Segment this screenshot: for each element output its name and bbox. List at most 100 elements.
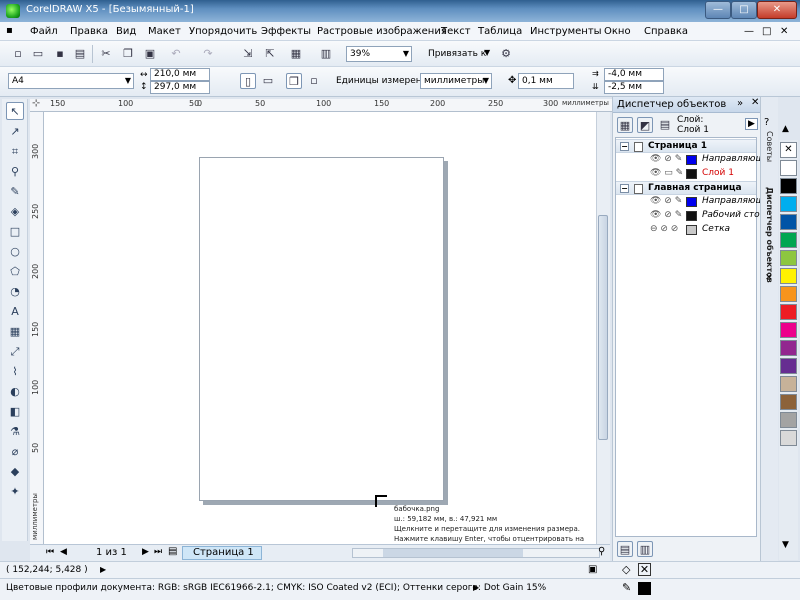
- copy-icon[interactable]: ❐: [120, 46, 136, 62]
- palette-swatch[interactable]: [780, 178, 797, 194]
- rectangle-tool-icon[interactable]: □: [6, 223, 24, 241]
- horizontal-scrollbar-thumb[interactable]: [383, 549, 523, 557]
- next-page-icon[interactable]: ▶: [142, 547, 149, 557]
- page-tab[interactable]: Страница 1: [182, 546, 262, 560]
- title-bar[interactable]: CorelDRAW X5 - [Безымянный-1] — □ ✕: [0, 0, 800, 22]
- docker-title-bar[interactable]: Диспетчер объектов » ✕: [613, 97, 761, 113]
- layer-manager-view-icon[interactable]: ▤: [657, 117, 673, 133]
- paste-icon[interactable]: ▣: [142, 46, 158, 62]
- import-icon[interactable]: ⇲: [240, 46, 256, 62]
- text-tool-icon[interactable]: A: [6, 303, 24, 321]
- doc-restore-button[interactable]: □: [762, 26, 771, 37]
- docker-menu-arrow-icon[interactable]: ▶: [745, 118, 758, 130]
- status-settings-icon[interactable]: ▣: [588, 564, 597, 575]
- previous-page-icon[interactable]: ◀: [60, 547, 67, 557]
- zoom-level-dropdown[interactable]: 39% ▼: [346, 46, 412, 62]
- palette-scroll-down-icon[interactable]: ▼: [782, 540, 789, 550]
- vertical-scrollbar-thumb[interactable]: [598, 215, 608, 440]
- tree-layer-row[interactable]: 👁 ⊘ ✎ Направляющ: [616, 195, 764, 209]
- palette-swatch[interactable]: [780, 160, 797, 176]
- tree-master-page-row[interactable]: − Главная страница: [616, 181, 756, 195]
- new-layer-icon[interactable]: ▤: [617, 541, 633, 557]
- menu-window[interactable]: Окно: [604, 26, 631, 37]
- page-width-field[interactable]: 210,0 мм: [150, 68, 210, 81]
- layer-visibility-icons[interactable]: 👁 ⊘ ✎: [650, 195, 682, 208]
- eyedropper-tool-icon[interactable]: ⚗: [6, 423, 24, 441]
- menu-help[interactable]: Справка: [644, 26, 688, 37]
- fill-indicator-icon[interactable]: ◇: [622, 563, 630, 576]
- palette-swatch[interactable]: [780, 340, 797, 356]
- palette-swatch[interactable]: [780, 286, 797, 302]
- palette-swatch[interactable]: [780, 214, 797, 230]
- table-tool-icon[interactable]: ▦: [6, 323, 24, 341]
- help-icon[interactable]: ?: [764, 117, 769, 128]
- redo-icon[interactable]: ↷: [200, 46, 216, 62]
- tree-layer-row[interactable]: ⊖ ⊘ ⊘ Сетка: [616, 223, 756, 237]
- new-document-icon[interactable]: ▫: [10, 46, 26, 62]
- save-icon[interactable]: ▪: [52, 46, 68, 62]
- tree-layer-row[interactable]: 👁 ⊘ ✎ Рабочий сто: [616, 209, 760, 223]
- connector-tool-icon[interactable]: ⌇: [6, 363, 24, 381]
- outline-color-swatch[interactable]: [638, 582, 651, 595]
- duplicate-y-field[interactable]: -2,5 мм: [604, 81, 664, 94]
- tree-page-row[interactable]: − Страница 1: [616, 139, 756, 153]
- collapse-icon[interactable]: −: [620, 142, 629, 151]
- add-page-icon[interactable]: ▤: [168, 546, 177, 557]
- snap-dropdown-arrow-icon[interactable]: ▼: [484, 48, 490, 57]
- blend-tool-icon[interactable]: ◐: [6, 383, 24, 401]
- current-page-icon[interactable]: ▫: [306, 73, 322, 89]
- print-icon[interactable]: ▤: [72, 46, 88, 62]
- paper-size-dropdown[interactable]: A4 ▼: [8, 73, 134, 89]
- document-page[interactable]: [199, 157, 444, 501]
- menu-view[interactable]: Вид: [116, 26, 136, 37]
- shape-tool-icon[interactable]: ↗: [6, 123, 24, 141]
- document-menu-icon[interactable]: ▪: [6, 25, 13, 36]
- menu-file[interactable]: Файл: [30, 26, 58, 37]
- palette-scroll-up-icon[interactable]: ▲: [782, 124, 789, 134]
- palette-swatch[interactable]: [780, 358, 797, 374]
- menu-text[interactable]: Текст: [441, 26, 471, 37]
- application-launcher-icon[interactable]: ▦: [288, 46, 304, 62]
- welcome-screen-icon[interactable]: ▥: [318, 46, 334, 62]
- units-dropdown[interactable]: миллиметры ▼: [420, 73, 492, 89]
- crop-tool-icon[interactable]: ⌗: [6, 143, 24, 161]
- palette-swatch[interactable]: [780, 268, 797, 284]
- tree-layer-row[interactable]: 👁 ⊘ ✎ Направляющ: [616, 153, 764, 167]
- horizontal-ruler[interactable]: ⊹ 150 100 50 0 50 100 150 200 250 300 ми…: [30, 98, 612, 112]
- palette-swatch[interactable]: [780, 232, 797, 248]
- menu-layout[interactable]: Макет: [148, 26, 181, 37]
- first-page-icon[interactable]: ⏮: [46, 547, 54, 557]
- cut-icon[interactable]: ✂: [98, 46, 114, 62]
- status-expand-icon[interactable]: ▶: [100, 565, 106, 574]
- palette-swatch[interactable]: [780, 376, 797, 392]
- close-tab-icon[interactable]: ✕: [765, 273, 773, 283]
- zoom-navigator-icon[interactable]: ⚲: [598, 546, 605, 557]
- layer-visibility-icons[interactable]: 👁 ⊘ ✎: [650, 209, 682, 222]
- maximize-button[interactable]: □: [731, 1, 757, 19]
- basic-shapes-tool-icon[interactable]: ◔: [6, 283, 24, 301]
- layer-visibility-icons[interactable]: ⊖ ⊘ ⊘: [650, 223, 678, 236]
- palette-swatch[interactable]: [780, 322, 797, 338]
- menu-effects[interactable]: Эффекты: [261, 26, 311, 37]
- dimension-tool-icon[interactable]: ⤢: [6, 343, 24, 361]
- profile-expand-icon[interactable]: ▶: [473, 583, 479, 592]
- polygon-tool-icon[interactable]: ⬠: [6, 263, 24, 281]
- menu-edit[interactable]: Правка: [70, 26, 108, 37]
- nudge-distance-field[interactable]: 0,1 мм: [518, 73, 574, 89]
- palette-swatch[interactable]: [780, 430, 797, 446]
- last-page-icon[interactable]: ⏭: [154, 547, 162, 557]
- layer-visibility-icons[interactable]: 👁 ▭ ✎: [650, 167, 683, 180]
- color-profile-text[interactable]: Цветовые профили документа: RGB: sRGB IE…: [6, 583, 546, 593]
- horizontal-scrollbar[interactable]: [352, 548, 600, 558]
- landscape-orientation-icon[interactable]: ▭: [260, 73, 276, 89]
- menu-table[interactable]: Таблица: [478, 26, 522, 37]
- palette-swatch[interactable]: [780, 250, 797, 266]
- layer-visibility-icons[interactable]: 👁 ⊘ ✎: [650, 153, 682, 166]
- options-icon[interactable]: ⚙: [498, 46, 514, 62]
- page-height-field[interactable]: 297,0 мм: [150, 81, 210, 94]
- fill-tool-icon[interactable]: ◆: [6, 463, 24, 481]
- hints-tab[interactable]: Советы: [765, 131, 774, 162]
- ruler-origin-icon[interactable]: ⊹: [32, 98, 40, 109]
- palette-swatch[interactable]: [780, 196, 797, 212]
- all-pages-icon[interactable]: ❐: [286, 73, 302, 89]
